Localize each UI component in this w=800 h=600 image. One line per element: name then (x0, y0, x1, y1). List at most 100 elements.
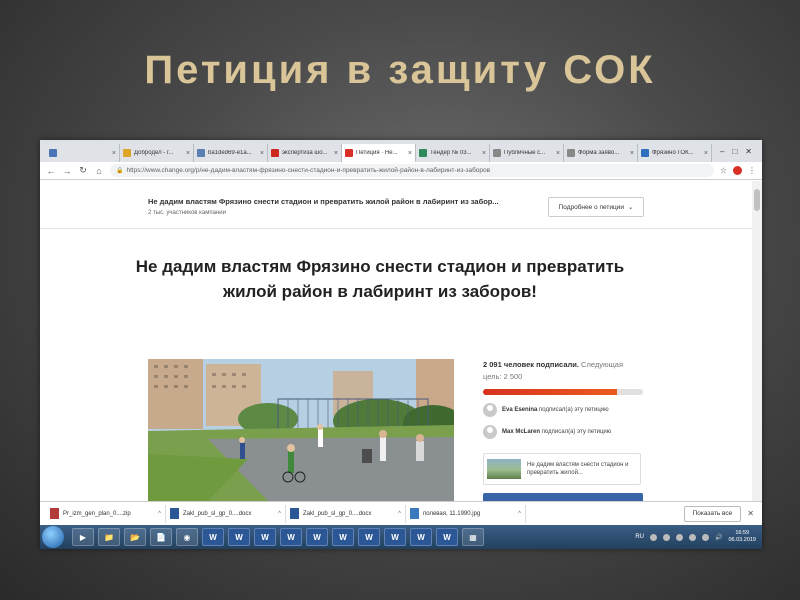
recent-signer: Max McLaren подписал(а) эту петицию (483, 425, 643, 439)
more-about-petition-button[interactable]: Подробнее о петиции ⌄ (548, 197, 644, 217)
maximize-icon[interactable]: □ (732, 147, 737, 156)
signer-action: подписал(а) эту петицию (539, 407, 609, 413)
share-preview-card[interactable]: Не дадим властям снести стадион и превра… (483, 453, 641, 485)
tab-label: экспертиза шо... (282, 150, 328, 156)
close-tab-icon[interactable]: × (186, 150, 190, 157)
menu-icon[interactable]: ⋮ (748, 166, 756, 175)
url-text: https://www.change.org/p/не-дадим-властя… (126, 167, 491, 174)
download-item[interactable]: Zakl_pub_sl_gp_0....docx ^ (166, 504, 286, 523)
recent-signer: Eva Esenina подписал(а) эту петицию (483, 403, 643, 417)
download-filename: Zakl_pub_sl_gp_0....docx (183, 510, 252, 517)
extension-icon[interactable] (733, 166, 742, 175)
page-scrollbar[interactable] (752, 181, 762, 501)
downloads-bar: Pr_izm_gen_plan_0....zip ^ Zakl_pub_sl_gp_… (40, 501, 762, 525)
word-icon[interactable]: W (254, 528, 276, 546)
download-item[interactable]: Pr_izm_gen_plan_0....zip ^ (46, 504, 166, 523)
browser-tab[interactable]: экспертиза шо... × (268, 144, 342, 162)
word-icon[interactable]: W (358, 528, 380, 546)
avatar (483, 403, 497, 417)
signer-name: Eva Esenina (502, 407, 538, 413)
folder-icon[interactable]: 📂 (124, 528, 146, 546)
browser-tab[interactable]: Публичные с... × (490, 144, 564, 162)
avatar (483, 425, 497, 439)
favicon-icon (419, 149, 427, 157)
tray-icon[interactable] (649, 533, 657, 541)
browser-tab[interactable]: Фрязино ГОК... × (638, 144, 712, 162)
home-icon[interactable]: ⌂ (94, 166, 104, 176)
signer-action: подписал(а) эту петицию (541, 429, 612, 435)
signed-count: 2 091 человек подписали. (483, 360, 579, 369)
browser-tab[interactable]: Добродел - г... × (120, 144, 194, 162)
download-item[interactable]: Zakl_pub_sl_gp_0....docx ^ (286, 504, 406, 523)
slide-title: Петиция в защиту СОК (144, 48, 656, 92)
sign-button[interactable] (483, 493, 643, 501)
word-icon[interactable]: W (332, 528, 354, 546)
tray-icon[interactable] (662, 533, 670, 541)
chevron-up-icon[interactable]: ^ (518, 511, 521, 517)
word-icon[interactable]: W (228, 528, 250, 546)
close-icon[interactable]: ✕ (747, 509, 754, 518)
close-tab-icon[interactable]: × (630, 150, 634, 157)
media-player-icon[interactable]: ▶ (72, 528, 94, 546)
browser-tab[interactable]: Петиция · Не... × (342, 144, 416, 162)
tray-icon[interactable] (675, 533, 683, 541)
word-icon[interactable]: W (436, 528, 458, 546)
chevron-up-icon[interactable]: ^ (398, 511, 401, 517)
bookmark-star-icon[interactable]: ☆ (720, 166, 727, 175)
language-indicator[interactable]: RU (635, 534, 644, 540)
close-tab-icon[interactable]: × (260, 150, 264, 157)
files-icon[interactable]: 📄 (150, 528, 172, 546)
download-item[interactable]: полевая, 11.1990.jpg ^ (406, 504, 526, 523)
url-input[interactable]: 🔒 https://www.change.org/p/не-дадим-влас… (110, 164, 714, 177)
word-file-icon (290, 508, 299, 519)
favicon-icon (49, 149, 57, 157)
close-tab-icon[interactable]: × (408, 150, 412, 157)
tray-icon[interactable] (701, 533, 709, 541)
tab-label: Петиция · Не... (356, 150, 398, 156)
clock[interactable]: 16:59 06.03.2019 (728, 530, 756, 544)
word-icon[interactable]: W (410, 528, 432, 546)
scroll-thumb[interactable] (754, 189, 760, 211)
close-tab-icon[interactable]: × (482, 150, 486, 157)
favicon-icon (197, 149, 205, 157)
explorer-icon[interactable]: 📁 (98, 528, 120, 546)
windows-taskbar: ▶ 📁 📂 📄 ◉ W W W W W W W W W W ▦ RU 🔊 16:… (40, 525, 762, 549)
word-icon[interactable]: W (306, 528, 328, 546)
favicon-icon (123, 149, 131, 157)
browser-tab[interactable]: ba1ded69-e1a... × (194, 144, 268, 162)
chevron-up-icon[interactable]: ^ (278, 511, 281, 517)
reload-icon[interactable]: ↻ (78, 165, 88, 176)
close-tab-icon[interactable]: × (556, 150, 560, 157)
zip-file-icon (50, 508, 59, 519)
back-icon[interactable]: ← (46, 166, 56, 176)
sticky-title: Не дадим властям Фрязино снести стадион … (148, 197, 499, 206)
more-button-label: Подробнее о петиции (558, 203, 624, 211)
close-icon[interactable]: ✕ (745, 147, 752, 156)
chevron-up-icon[interactable]: ^ (158, 511, 161, 517)
app-icon[interactable]: ▦ (462, 528, 484, 546)
address-bar: ← → ↻ ⌂ 🔒 https://www.change.org/p/не-да… (40, 162, 762, 180)
close-tab-icon[interactable]: × (704, 150, 708, 157)
close-tab-icon[interactable]: × (334, 150, 338, 157)
chevron-down-icon: ⌄ (628, 204, 634, 211)
tray-icon[interactable] (688, 533, 696, 541)
browser-tab[interactable]: × (46, 144, 120, 162)
download-filename: Pr_izm_gen_plan_0....zip (63, 510, 131, 517)
word-icon[interactable]: W (280, 528, 302, 546)
stadium-photo-image (148, 359, 454, 501)
chrome-icon[interactable]: ◉ (176, 528, 198, 546)
word-icon[interactable]: W (384, 528, 406, 546)
share-thumbnail (487, 459, 521, 479)
volume-icon[interactable]: 🔊 (715, 534, 722, 541)
start-button[interactable] (42, 526, 64, 548)
tab-label: Форма заяво... (578, 150, 620, 156)
petition-photo[interactable] (148, 359, 454, 501)
word-icon[interactable]: W (202, 528, 224, 546)
forward-icon[interactable]: → (62, 166, 72, 176)
close-tab-icon[interactable]: × (112, 150, 116, 157)
browser-tab[interactable]: Форма заяво... × (564, 144, 638, 162)
browser-tab[interactable]: Тендер № 03... × (416, 144, 490, 162)
petition-sidebar: 2 091 человек подписали. Следующая цель:… (483, 359, 643, 485)
show-all-downloads-button[interactable]: Показать все (683, 505, 742, 522)
minimize-icon[interactable]: – (720, 147, 724, 156)
